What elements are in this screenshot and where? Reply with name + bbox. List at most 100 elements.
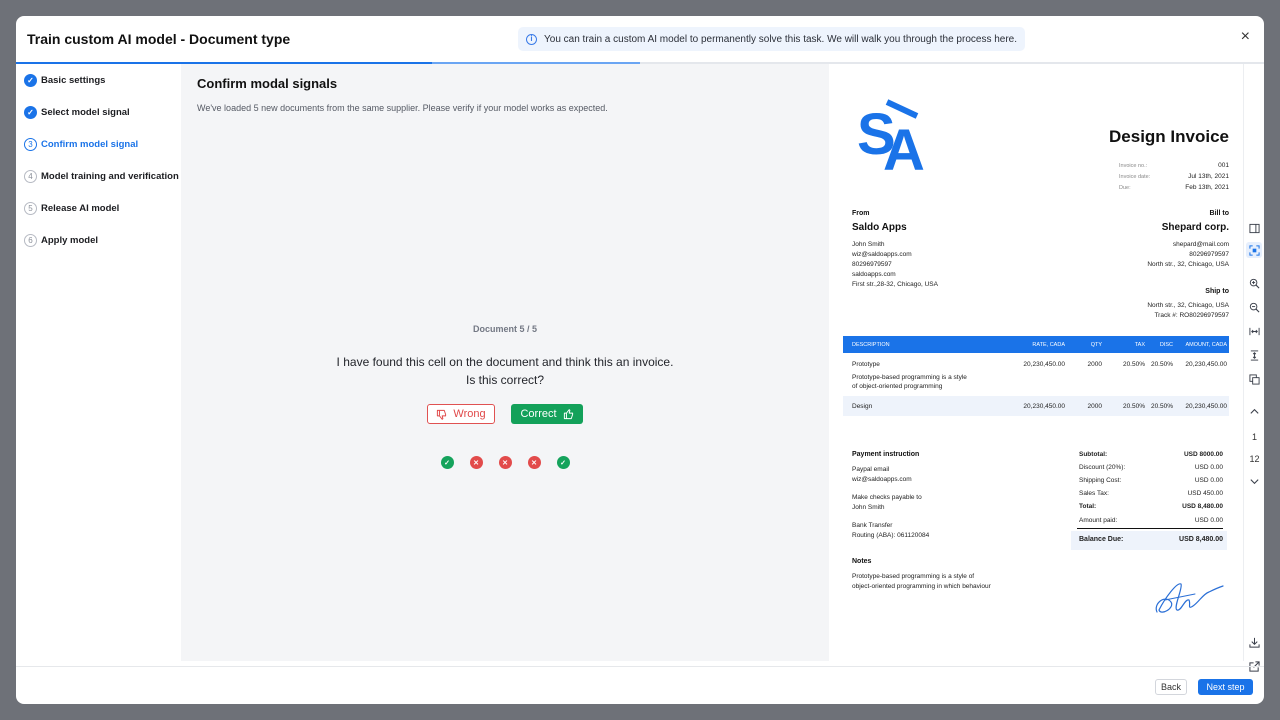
result-correct-icon: ✓ (440, 456, 454, 469)
zoom-out-icon[interactable] (1246, 299, 1262, 315)
result-wrong-icon: ✕ (498, 456, 512, 469)
chevron-down-icon[interactable] (1246, 473, 1262, 489)
split-view-icon[interactable] (1246, 220, 1262, 236)
question-text: I have found this cell on the document a… (181, 353, 829, 389)
step-number: 6 (24, 233, 37, 247)
payment-line: Paypal email (852, 466, 890, 473)
invoice-meta-value: Feb 13th, 2021 (1185, 184, 1229, 191)
notes-line: Prototype-based programming is a style o… (852, 573, 975, 580)
table-header-cell: DISC (1159, 342, 1173, 348)
totals-label: Total: (1079, 503, 1097, 510)
step-label: Apply model (41, 234, 99, 246)
fit-height-icon[interactable] (1246, 347, 1262, 363)
payment-line: Bank Transfer (852, 522, 893, 529)
from-line: wiz@saldoapps.com (852, 251, 912, 258)
train-model-modal: Train custom AI model - Document type i … (16, 16, 1264, 704)
next-step-button[interactable]: Next step (1198, 679, 1253, 695)
table-cell: 2000 (1087, 403, 1102, 410)
question-line: I have found this cell on the document a… (336, 355, 674, 369)
table-cell: 20,230,450.00 (1185, 361, 1227, 368)
copy-icon[interactable] (1246, 371, 1262, 387)
step-number: 5 (24, 201, 37, 215)
totals-label: Discount (20%): (1079, 464, 1126, 471)
result-correct-icon: ✓ (556, 456, 570, 469)
correct-label: Correct (520, 408, 557, 420)
thumbs-down-icon (437, 409, 447, 420)
payment-line: Make checks payable to (852, 494, 922, 501)
notes-heading: Notes (852, 558, 872, 565)
totals-label: Amount paid: (1079, 517, 1118, 524)
svg-text:A: A (883, 118, 925, 172)
back-button[interactable]: Back (1155, 679, 1187, 695)
question-line: Is this correct? (465, 373, 545, 387)
step-release-ai-model[interactable]: 5 Release AI model (24, 200, 119, 216)
table-header-cell: RATE, CADA (1032, 342, 1065, 348)
page-current: 1 (1251, 432, 1257, 442)
payment-heading: Payment instruction (852, 451, 920, 458)
ship-to-line: North str., 32, Chicago, USA (1147, 302, 1229, 309)
invoice-meta-label: Due: (1119, 185, 1131, 191)
ship-to-line: Track #: RO80296979597 (1154, 312, 1229, 319)
download-icon[interactable] (1246, 634, 1262, 650)
saldo-logo: S A (857, 99, 925, 172)
balance-due-label: Balance Due: (1079, 536, 1124, 543)
document-counter: Document 5 / 5 (472, 324, 537, 334)
scan-icon[interactable] (1246, 242, 1262, 258)
modal-title: Train custom AI model - Document type (27, 31, 291, 47)
page-subtitle: We've loaded 5 new documents from the sa… (197, 103, 608, 113)
wrong-button[interactable]: Wrong (427, 404, 495, 424)
close-button[interactable]: × (1241, 29, 1250, 45)
payment-line: wiz@saldoapps.com (852, 476, 912, 483)
thumbs-up-icon (563, 408, 573, 419)
table-cell: Design (852, 403, 873, 410)
ship-to-heading: Ship to (1205, 288, 1229, 295)
step-basic-settings[interactable]: ✓ Basic settings (24, 72, 105, 88)
info-banner-text: You can train a custom AI model to perma… (544, 33, 1018, 45)
fit-width-icon[interactable] (1246, 323, 1262, 339)
notes-line: object-oriented programming in which beh… (852, 583, 991, 590)
document-preview: S A Design Invoice Invoice no.: 001 Invo… (829, 64, 1243, 661)
step-confirm-model-signal[interactable]: 3 Confirm model signal (24, 136, 138, 152)
info-icon: i (526, 33, 537, 45)
from-line: John Smith (852, 241, 885, 248)
correct-button[interactable]: Correct (511, 404, 583, 424)
result-wrong-icon: ✕ (527, 456, 541, 469)
zoom-in-icon[interactable] (1246, 275, 1262, 291)
from-heading: From (852, 210, 870, 217)
chevron-up-icon[interactable] (1246, 403, 1262, 419)
table-cell-note: Prototype-based programming is a style (852, 374, 967, 381)
invoice-meta-label: Invoice no.: (1119, 163, 1148, 169)
invoice-document: S A Design Invoice Invoice no.: 001 Invo… (843, 64, 1243, 661)
table-header-cell: TAX (1134, 342, 1145, 348)
step-label: Model training and verification (41, 170, 179, 182)
invoice-title: Design Invoice (1109, 127, 1229, 146)
totals-value: USD 450.00 (1187, 490, 1223, 497)
page-total: 12 (1249, 454, 1260, 464)
totals-divider (1077, 528, 1223, 529)
from-line: First str.,28-32, Chicago, USA (852, 281, 938, 288)
step-model-training[interactable]: 4 Model training and verification (24, 168, 179, 184)
signature (1155, 583, 1224, 613)
table-cell: 20.50% (1122, 403, 1145, 410)
step-number: 4 (24, 169, 37, 183)
payment-line: John Smith (852, 504, 885, 511)
invoice-meta-label: Invoice date: (1119, 174, 1151, 180)
totals-label: Shipping Cost: (1079, 477, 1122, 484)
step-label: Select model signal (41, 106, 130, 118)
table-header-cell: DESCRIPTION (852, 342, 890, 348)
totals-value: USD 8,480.00 (1182, 503, 1223, 510)
table-header-cell: QTY (1090, 342, 1102, 348)
page-title: Confirm modal signals (197, 76, 338, 91)
document-toolbar: 1 12 (1243, 64, 1264, 672)
bill-to-line: 80296979597 (1189, 251, 1229, 258)
wrong-label: Wrong (453, 408, 486, 420)
totals-value: USD 0.00 (1194, 477, 1223, 484)
table-cell: 20.50% (1150, 361, 1173, 368)
table-cell-note: of object-oriented programming (852, 383, 943, 390)
modal-footer: Back Next step (16, 666, 1264, 704)
table-header-cell: AMOUNT, CADA (1185, 342, 1227, 348)
step-apply-model[interactable]: 6 Apply model (24, 232, 98, 248)
step-select-model-signal[interactable]: ✓ Select model signal (24, 104, 130, 120)
check-icon: ✓ (24, 105, 37, 119)
totals-label: Subtotal: (1079, 451, 1108, 458)
